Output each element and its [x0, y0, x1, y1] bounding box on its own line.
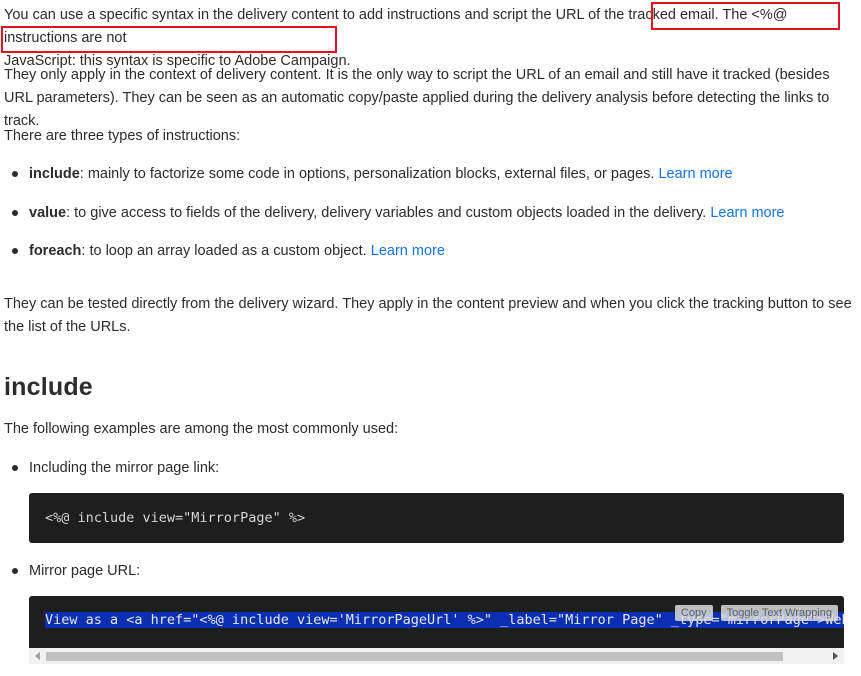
term-value: value [29, 205, 67, 221]
list-item-include: include: mainly to factorize some code i… [29, 163, 733, 186]
example-label-mirror-url: Mirror page URL: [29, 563, 141, 579]
code-text: <%@ include view="MirrorPage" %> [45, 510, 306, 526]
code-block-mirror-link[interactable]: <%@ include view="MirrorPage" %> [29, 493, 844, 543]
list-item-foreach: foreach: to loop an array loaded as a cu… [29, 240, 445, 263]
examples-intro: The following examples are among the mos… [4, 421, 399, 437]
term-include: include [29, 166, 80, 182]
context-paragraph: They only apply in the context of delive… [4, 67, 830, 129]
learn-more-value-link[interactable]: Learn more [710, 205, 784, 221]
bullet [12, 248, 18, 254]
desc-foreach: : to loop an array loaded as a custom ob… [81, 243, 371, 259]
example-label-mirror-link: Including the mirror page link: [29, 460, 220, 476]
intro-text: You can use a specific syntax in the del… [4, 7, 723, 23]
horizontal-scrollbar[interactable] [29, 648, 844, 664]
desc-include: : mainly to factorize some code in optio… [79, 166, 659, 182]
desc-value: : to give access to fields of the delive… [66, 205, 711, 221]
bullet [12, 171, 18, 177]
scroll-left-arrow-icon[interactable] [35, 652, 40, 660]
scrollbar-thumb[interactable] [46, 652, 783, 661]
bullet [12, 465, 18, 471]
intro-paragraph: You can use a specific syntax in the del… [4, 4, 854, 73]
testing-paragraph: They can be tested directly from the del… [4, 296, 852, 335]
term-foreach: foreach [29, 243, 82, 259]
types-intro: There are three types of instructions: [4, 128, 241, 144]
copy-button[interactable]: Copy [674, 605, 713, 621]
list-item-value: value: to give access to fields of the d… [29, 202, 785, 225]
section-heading-include: include [4, 373, 93, 401]
code-toolbar: Copy Toggle Text Wrapping [674, 605, 838, 621]
learn-more-foreach-link[interactable]: Learn more [371, 243, 445, 259]
scroll-right-arrow-icon[interactable] [833, 652, 838, 660]
bullet [12, 568, 18, 574]
bullet [12, 210, 18, 216]
documentation-page: You can use a specific syntax in the del… [0, 0, 861, 676]
toggle-wrap-button[interactable]: Toggle Text Wrapping [720, 605, 838, 621]
learn-more-include-link[interactable]: Learn more [658, 166, 732, 182]
